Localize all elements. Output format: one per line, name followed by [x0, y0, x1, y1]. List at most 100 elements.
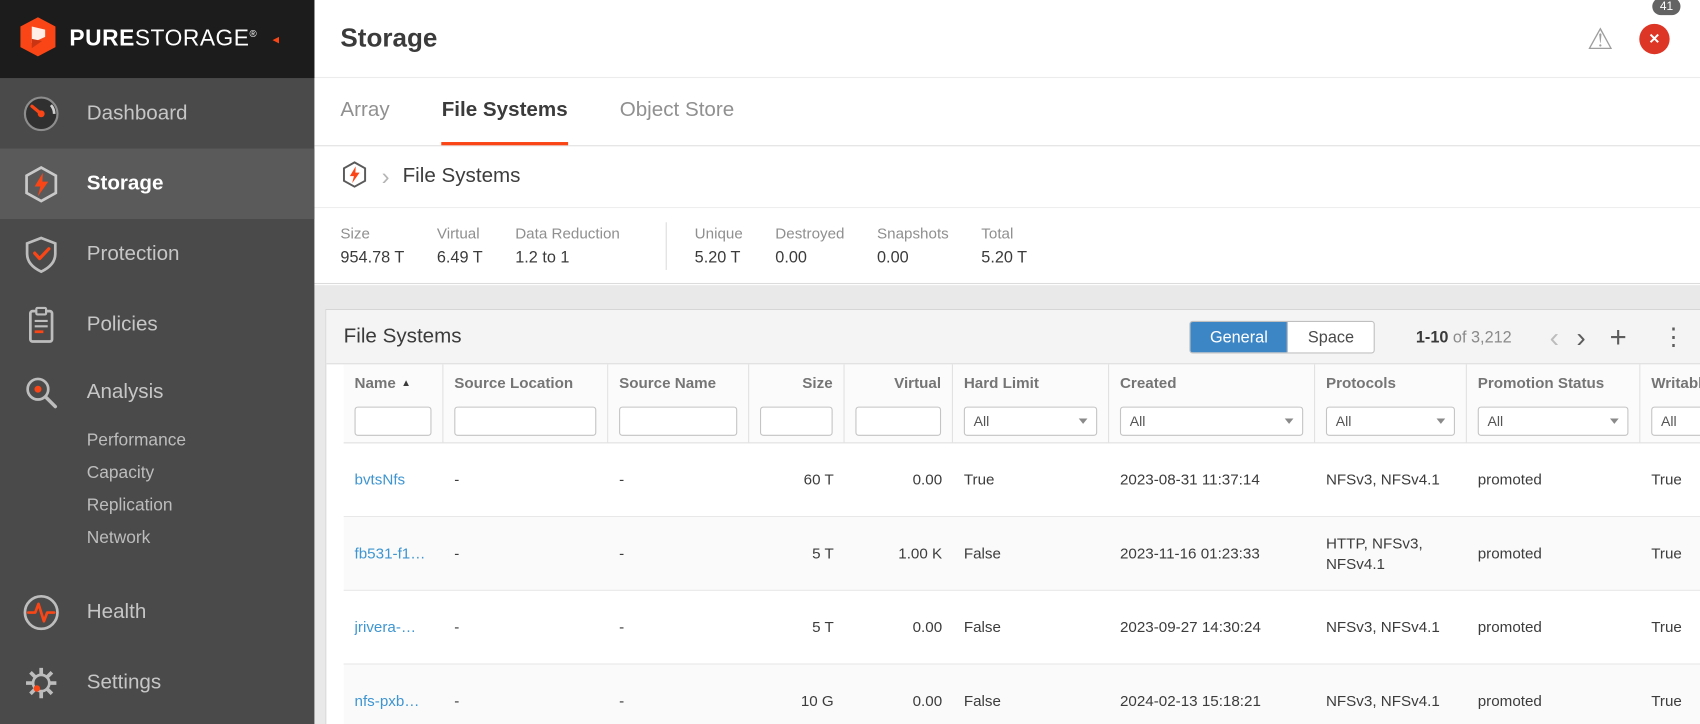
- sidebar-item-dashboard[interactable]: Dashboard: [0, 78, 314, 148]
- cell-source-location: -: [443, 517, 608, 590]
- previous-page-icon[interactable]: ‹: [1541, 323, 1568, 351]
- chevron-down-icon: [1610, 418, 1619, 423]
- cell-size: 10 G: [749, 665, 844, 724]
- pagination-nav: ‹ ›: [1541, 323, 1594, 351]
- column-header-source-name[interactable]: Source Name: [608, 364, 749, 400]
- sidebar-subitem-network[interactable]: Network: [0, 523, 314, 556]
- filter-input-source-name[interactable]: [619, 407, 737, 436]
- alerts-close-button[interactable]: ✕ 41: [1639, 24, 1669, 54]
- sidebar-subitem-capacity[interactable]: Capacity: [0, 458, 314, 491]
- cell-created: 2024-02-13 15:18:21: [1109, 665, 1315, 724]
- filter-input-virtual[interactable]: [855, 407, 941, 436]
- pagination-range: 1-10: [1416, 328, 1449, 346]
- stat-destroyed: Destroyed 0.00: [775, 224, 844, 266]
- filter-input-name[interactable]: [355, 407, 432, 436]
- filter-cell-size: [749, 400, 844, 442]
- filter-select-writable[interactable]: All: [1651, 407, 1700, 436]
- cell-promotion-status: promoted: [1467, 591, 1640, 664]
- tab-array[interactable]: Array: [340, 78, 389, 145]
- column-header-protocols[interactable]: Protocols: [1315, 364, 1467, 400]
- filter-select-value: All: [1130, 413, 1146, 429]
- file-system-name-link[interactable]: nfs-pxb…: [355, 691, 420, 712]
- column-header-promotion-status[interactable]: Promotion Status: [1467, 364, 1640, 400]
- stat-data-reduction: Data Reduction 1.2 to 1: [515, 224, 620, 266]
- column-header-source-location[interactable]: Source Location: [443, 364, 608, 400]
- next-page-icon[interactable]: ›: [1568, 323, 1595, 351]
- sidebar-item-health[interactable]: Health: [0, 577, 314, 647]
- panel-header: File Systems General Space 1-10 of 3,212…: [326, 310, 1700, 364]
- filter-cell-source-location: [443, 400, 608, 442]
- column-label: Writable: [1651, 374, 1700, 391]
- close-icon: ✕: [1649, 30, 1661, 47]
- pagination-total: of 3,212: [1453, 328, 1512, 346]
- warning-icon[interactable]: ⚠: [1587, 24, 1613, 53]
- sidebar-subitem-performance[interactable]: Performance: [0, 425, 314, 458]
- stat-label: Virtual: [437, 224, 483, 241]
- add-file-system-button[interactable]: +: [1601, 323, 1635, 352]
- column-header-size[interactable]: Size: [749, 364, 844, 400]
- file-system-name-link[interactable]: jrivera-…: [355, 617, 417, 638]
- column-header-virtual[interactable]: Virtual: [845, 364, 953, 400]
- stat-value: 1.2 to 1: [515, 248, 620, 266]
- alert-count-badge: 41: [1652, 0, 1680, 15]
- stat-size: Size 954.78 T: [340, 224, 404, 266]
- main-area: Storage ⚠ ✕ 41 Array File Systems Object…: [314, 0, 1700, 724]
- panel-menu-kebab-icon[interactable]: ⋮: [1653, 325, 1694, 349]
- sidebar-collapse-icon[interactable]: ◂: [272, 31, 279, 46]
- sidebar-subitem-replication[interactable]: Replication: [0, 490, 314, 523]
- column-label: Hard Limit: [964, 374, 1039, 391]
- tab-object-store[interactable]: Object Store: [620, 78, 734, 145]
- brand-bold: PURE: [69, 26, 134, 51]
- cell-promotion-status: promoted: [1467, 665, 1640, 724]
- cell-hard-limit: True: [953, 443, 1109, 516]
- sidebar-item-storage[interactable]: Storage: [0, 149, 314, 219]
- filter-select-protocols[interactable]: All: [1326, 407, 1455, 436]
- breadcrumb: › File Systems: [314, 146, 1700, 208]
- table-row: fb531-f1…--5 T1.00 KFalse2023-11-16 01:2…: [344, 517, 1700, 591]
- view-toggle-general[interactable]: General: [1190, 322, 1287, 352]
- tab-file-systems[interactable]: File Systems: [442, 78, 568, 145]
- protection-shield-icon: [22, 235, 61, 274]
- brand-logo[interactable]: PURESTORAGE® ◂: [0, 0, 314, 78]
- table-row: jrivera-…--5 T0.00False2023-09-27 14:30:…: [344, 591, 1700, 665]
- stat-label: Destroyed: [775, 224, 844, 241]
- sidebar-item-settings[interactable]: Settings: [0, 647, 314, 717]
- cell-writable: True: [1640, 591, 1700, 664]
- sidebar-item-protection[interactable]: Protection: [0, 219, 314, 289]
- column-header-hard-limit[interactable]: Hard Limit: [953, 364, 1109, 400]
- cell-source-location: -: [443, 665, 608, 724]
- column-header-writable[interactable]: Writable: [1640, 364, 1700, 400]
- filter-select-value: All: [974, 413, 990, 429]
- cell-virtual: 1.00 K: [845, 517, 953, 590]
- stat-value: 5.20 T: [695, 248, 743, 266]
- cell-protocols: NFSv3, NFSv4.1: [1315, 591, 1467, 664]
- filter-select-hard-limit[interactable]: All: [964, 407, 1097, 436]
- cell-writable: True: [1640, 443, 1700, 516]
- sidebar-item-analysis[interactable]: Analysis: [0, 360, 314, 425]
- dashboard-icon: [22, 94, 61, 133]
- filter-select-promotion-status[interactable]: All: [1478, 407, 1629, 436]
- sidebar-subitem-label: Replication: [87, 497, 173, 517]
- filter-select-created[interactable]: All: [1120, 407, 1303, 436]
- sidebar-item-label: Settings: [87, 671, 161, 695]
- filter-input-source-location[interactable]: [454, 407, 596, 436]
- array-hexagon-icon[interactable]: [340, 160, 368, 194]
- stat-snapshots: Snapshots 0.00: [877, 224, 949, 266]
- analysis-magnifier-icon: [22, 373, 61, 412]
- file-system-name-link[interactable]: fb531-f1…: [355, 543, 426, 564]
- sidebar-item-policies[interactable]: Policies: [0, 289, 314, 359]
- view-toggle-space[interactable]: Space: [1287, 322, 1373, 352]
- sidebar-subitem-label: Capacity: [87, 464, 154, 484]
- brand-wordmark: PURESTORAGE®: [69, 26, 257, 52]
- column-header-name[interactable]: Name▲: [344, 364, 444, 400]
- cell-virtual: 0.00: [845, 443, 953, 516]
- cell-source-name: -: [608, 665, 749, 724]
- stat-virtual: Virtual 6.49 T: [437, 224, 483, 266]
- file-system-name-link[interactable]: bvtsNfs: [355, 469, 406, 490]
- filter-cell-hard-limit: All: [953, 400, 1109, 442]
- column-label: Source Name: [619, 374, 716, 391]
- sidebar-item-label: Protection: [87, 242, 180, 266]
- column-header-created[interactable]: Created: [1109, 364, 1315, 400]
- top-bar: Storage ⚠ ✕ 41: [314, 0, 1700, 78]
- filter-input-size[interactable]: [760, 407, 833, 436]
